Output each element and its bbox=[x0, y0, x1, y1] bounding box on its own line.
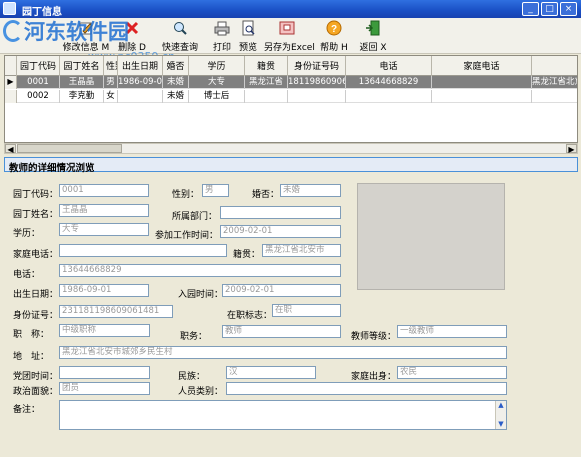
exit-icon bbox=[366, 20, 380, 36]
label-native: 籍贯： bbox=[233, 250, 261, 260]
label-address: 地 址： bbox=[13, 352, 50, 362]
preview-icon bbox=[242, 20, 255, 36]
label-dept: 所属部门： bbox=[172, 212, 218, 222]
col-birth[interactable]: 出生日期 bbox=[118, 56, 163, 76]
table-row[interactable]: ▶ 0001 王晶晶 男 1986-09-01 未婚 大专 黑龙江省 18119… bbox=[5, 76, 577, 89]
teacher-grid[interactable]: 园丁代码 园丁姓名 性别 出生日期 婚否 学历 籍贯 身份证号码 电话 家庭电话… bbox=[4, 55, 578, 143]
label-workdate: 参加工作时间： bbox=[155, 231, 219, 241]
edu-field[interactable]: 大专 bbox=[59, 223, 149, 236]
help-icon: ? bbox=[326, 20, 342, 36]
native-field[interactable]: 黑龙江省北安市 bbox=[262, 244, 341, 257]
scroll-left-icon[interactable]: ◀ bbox=[5, 144, 16, 154]
status-field[interactable]: 在职 bbox=[272, 304, 341, 317]
close-button[interactable]: × bbox=[560, 2, 577, 16]
position-field[interactable]: 教师 bbox=[222, 325, 341, 338]
save-excel-button[interactable]: 另存为Excel bbox=[264, 18, 315, 54]
scroll-down-icon[interactable]: ▼ bbox=[496, 420, 506, 429]
remark-scrollbar[interactable]: ▲ ▼ bbox=[495, 401, 506, 429]
preview-button[interactable]: 预览 bbox=[236, 18, 260, 54]
row-indicator bbox=[5, 90, 17, 103]
minimize-button[interactable]: _ bbox=[522, 2, 539, 16]
title-field[interactable]: 中级职称 bbox=[59, 324, 150, 337]
col-native[interactable]: 籍贯 bbox=[245, 56, 288, 76]
table-row[interactable]: 0002 李克勤 女 未婚 博士后 bbox=[5, 90, 577, 103]
label-birth: 出生日期： bbox=[13, 290, 59, 300]
homephone-field[interactable] bbox=[59, 244, 227, 257]
workdate-field[interactable]: 2009-02-01 bbox=[220, 225, 341, 238]
watermark-title: 河东软件园 bbox=[24, 19, 129, 44]
idno-field[interactable]: 231181198609061481 bbox=[59, 305, 173, 318]
col-code[interactable]: 园丁代码 bbox=[17, 56, 60, 76]
scroll-up-icon[interactable]: ▲ bbox=[496, 401, 506, 410]
label-name: 园丁姓名： bbox=[13, 210, 59, 220]
dept-field[interactable] bbox=[220, 206, 341, 219]
label-edu: 学历： bbox=[13, 229, 41, 239]
nation-field[interactable]: 汉 bbox=[226, 366, 316, 379]
scroll-right-icon[interactable]: ▶ bbox=[566, 144, 577, 154]
label-position: 职务： bbox=[180, 332, 208, 342]
col-name[interactable]: 园丁姓名 bbox=[60, 56, 104, 76]
col-idno[interactable]: 身份证号码 bbox=[288, 56, 346, 76]
birth-field[interactable]: 1986-09-01 bbox=[59, 284, 149, 297]
label-remark: 备注： bbox=[13, 405, 41, 415]
scroll-thumb[interactable] bbox=[17, 144, 122, 153]
label-level: 教师等级： bbox=[351, 332, 397, 342]
col-extra[interactable] bbox=[532, 56, 577, 76]
label-status: 在职标志： bbox=[227, 311, 273, 321]
label-code: 园丁代码： bbox=[13, 190, 59, 200]
politics-field[interactable]: 团员 bbox=[59, 382, 150, 395]
gender-field[interactable]: 男 bbox=[202, 184, 229, 197]
label-nation: 民族： bbox=[178, 372, 206, 382]
label-marital: 婚否： bbox=[252, 190, 280, 200]
name-field[interactable]: 王晶晶 bbox=[59, 204, 149, 217]
col-edu[interactable]: 学历 bbox=[189, 56, 245, 76]
label-category: 人员类别： bbox=[178, 387, 224, 397]
code-field[interactable]: 0001 bbox=[59, 184, 149, 197]
print-button[interactable]: 打印 bbox=[208, 18, 236, 54]
label-gender: 性别： bbox=[172, 190, 200, 200]
watermark-logo bbox=[3, 20, 23, 42]
row-indicator: ▶ bbox=[5, 76, 17, 89]
label-homephone: 家庭电话： bbox=[13, 250, 59, 260]
svg-text:?: ? bbox=[331, 24, 337, 35]
category-field[interactable] bbox=[226, 382, 507, 395]
help-button[interactable]: ? 帮助 H bbox=[318, 18, 350, 54]
label-partydate: 党团时间： bbox=[13, 372, 59, 382]
phone-field[interactable]: 13644668829 bbox=[59, 264, 341, 277]
quick-search-button[interactable]: 快速查询 bbox=[158, 18, 202, 54]
label-phone: 电话： bbox=[13, 270, 41, 280]
label-title: 职 称： bbox=[13, 330, 50, 340]
remark-textarea[interactable]: ▲ ▼ bbox=[59, 400, 507, 430]
app-icon bbox=[3, 2, 16, 15]
printer-icon bbox=[214, 21, 230, 36]
label-origin: 家庭出身： bbox=[351, 372, 397, 382]
grid-header: 园丁代码 园丁姓名 性别 出生日期 婚否 学历 籍贯 身份证号码 电话 家庭电话 bbox=[5, 56, 577, 76]
level-field[interactable]: 一级教师 bbox=[397, 325, 507, 338]
teacher-photo bbox=[357, 183, 505, 290]
excel-icon bbox=[279, 21, 295, 35]
label-joindate: 入园时间： bbox=[178, 290, 224, 300]
col-gender[interactable]: 性别 bbox=[104, 56, 118, 76]
detail-section-title: 教师的详细情况浏览 bbox=[4, 157, 578, 174]
marital-field[interactable]: 未婚 bbox=[280, 184, 341, 197]
label-idno: 身份证号： bbox=[13, 311, 59, 321]
col-phone[interactable]: 电话 bbox=[346, 56, 432, 76]
maximize-button[interactable]: □ bbox=[541, 2, 558, 16]
col-marital[interactable]: 婚否 bbox=[163, 56, 189, 76]
address-field[interactable]: 黑龙江省北安市城郊乡民生村 bbox=[59, 346, 507, 359]
search-icon bbox=[174, 22, 187, 35]
partydate-field[interactable] bbox=[59, 366, 150, 379]
label-politics: 政治面貌： bbox=[13, 387, 59, 397]
return-button[interactable]: 返回 X bbox=[354, 18, 392, 54]
joindate-field[interactable]: 2009-02-01 bbox=[222, 284, 341, 297]
origin-field[interactable]: 农民 bbox=[397, 366, 507, 379]
col-homephone[interactable]: 家庭电话 bbox=[432, 56, 532, 76]
grid-horizontal-scrollbar[interactable]: ◀ ▶ bbox=[4, 143, 578, 154]
